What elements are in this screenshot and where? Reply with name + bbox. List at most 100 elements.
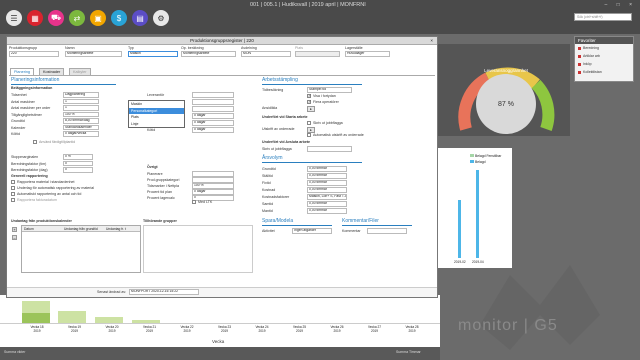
name-field[interactable]: Monteringsarbete xyxy=(65,51,122,57)
field-label: Kostnad xyxy=(262,188,276,192)
footer-value: MONFPORT 2020-12-16 15:22 xyxy=(129,289,199,295)
calculator-icon[interactable]: ▤ xyxy=(132,10,148,26)
add-row-icon[interactable]: + xyxy=(12,227,17,232)
field-value[interactable]: Dagplanering xyxy=(63,92,99,98)
field-value[interactable] xyxy=(192,92,234,98)
checkbox-label: Med LTK xyxy=(198,200,213,204)
favorite-dot-icon xyxy=(578,62,581,66)
column-header: Undantag fr. t xyxy=(106,227,126,231)
truck-icon[interactable]: ⇄ xyxy=(69,10,85,26)
bar-chart-panel: Belagd Fenstilbar Belagd 2019-02 2019-04 xyxy=(430,148,512,268)
field-label: Tidsmarker i Nettpla xyxy=(147,184,180,188)
checkbox[interactable] xyxy=(307,133,311,137)
field-label: Grundtid xyxy=(11,119,25,123)
close-icon[interactable]: × xyxy=(430,37,433,45)
field-value[interactable]: 1 xyxy=(63,98,99,104)
checkbox[interactable] xyxy=(307,121,311,125)
field-value[interactable]: 0 dagar xyxy=(192,113,234,119)
field-value[interactable]: 0 xyxy=(63,167,93,173)
favorites-panel: Favoriter Beredning Artiklar arb Inköp K… xyxy=(574,36,634,82)
field-label: Kalender xyxy=(11,125,26,130)
menu-icon[interactable]: ☰ xyxy=(6,10,22,26)
money-icon[interactable]: $ xyxy=(111,10,127,26)
field-value[interactable]: 0,00 timmar xyxy=(307,187,347,193)
checkbox-label: Automatisk utskrift av orderrade xyxy=(313,133,364,137)
field-value[interactable]: 100 % xyxy=(63,111,99,117)
label-resp: Op. beräkning xyxy=(181,46,204,50)
field-value[interactable] xyxy=(192,177,234,183)
field-value[interactable]: 0 % xyxy=(63,154,93,160)
tab-kalkyler[interactable]: Kalkyler xyxy=(69,68,91,75)
type-select[interactable]: Maskin xyxy=(128,51,178,57)
field-label: Antal maskiner per order xyxy=(11,106,51,110)
resp-field[interactable]: Monteringsarbete xyxy=(181,51,236,57)
label-group: Produktionsgrupp xyxy=(9,46,38,50)
search-input[interactable]: Sök (ctrl+shift+f) xyxy=(574,13,632,21)
favorite-item[interactable]: Inköp xyxy=(575,60,633,68)
subsection-other: Övrigt xyxy=(147,165,158,169)
checkbox[interactable] xyxy=(11,192,15,196)
favorite-item[interactable]: Kollektlistan xyxy=(575,68,633,76)
comment-field[interactable] xyxy=(367,228,407,234)
field-value[interactable]: Standardkalender xyxy=(63,124,99,130)
checkbox[interactable] xyxy=(11,180,15,184)
field-label: Tidsenhet xyxy=(11,93,27,97)
group-field[interactable]: 220 xyxy=(9,51,59,57)
subsection-end: Underfört vid Avsluta arbete xyxy=(262,140,311,144)
tab-kostnader[interactable]: Kostnader xyxy=(39,68,65,75)
end-select[interactable] xyxy=(307,146,352,152)
field-value[interactable]: 1 xyxy=(63,105,99,111)
checkbox-label: Skriv ut jobbflagga xyxy=(313,121,343,125)
field-label: Procent tid plan xyxy=(147,190,172,194)
divider xyxy=(11,84,116,85)
dropdown-option[interactable]: Linje xyxy=(129,121,184,128)
field-value[interactable]: 0,00 timmar xyxy=(307,208,347,214)
field-value[interactable] xyxy=(192,106,234,112)
stamp-select[interactable]: Stämpel tid xyxy=(307,87,352,93)
field-value[interactable] xyxy=(192,99,234,105)
field-label: Tillgänglighetstimer xyxy=(11,112,42,117)
field-value[interactable]: 0 dagar/vecka xyxy=(63,131,99,137)
activity-select[interactable]: Ingen åtgärder xyxy=(292,228,332,234)
warehouse-field[interactable]: Huvudlager xyxy=(345,51,390,57)
field-value[interactable]: 100 % xyxy=(192,183,234,189)
label-name: Namn xyxy=(65,46,75,50)
field-value[interactable] xyxy=(192,171,234,177)
favorite-item[interactable]: Beredning xyxy=(575,44,633,52)
checkbox[interactable] xyxy=(33,140,37,144)
checkbox[interactable] xyxy=(192,200,196,204)
field-value[interactable]: 0 xyxy=(63,160,93,166)
remove-row-icon[interactable]: – xyxy=(12,235,17,240)
table-header: Datum Undantag från grundtid Undantag fr… xyxy=(22,226,140,232)
field-value[interactable]: 0,00 timmar xyxy=(307,166,347,172)
type-dropdown[interactable]: Maskin Personalkategori Plats Linje xyxy=(128,100,185,128)
field-value[interactable]: 0 dagar xyxy=(192,189,234,195)
field-value[interactable]: 0,00 timmar xyxy=(307,180,347,186)
window-controls[interactable]: – □ × xyxy=(605,2,637,8)
field-value[interactable]: 0,00 timmar xyxy=(307,201,347,207)
checkbox-label: Rapportera material i standardenhet xyxy=(17,180,75,184)
label-warehouse: Lagerställe xyxy=(345,46,363,50)
samsid-button[interactable]: ▸ xyxy=(307,106,315,112)
field-value[interactable]: 8,00 timmar/dag xyxy=(63,118,99,124)
box-icon[interactable]: ▣ xyxy=(90,10,106,26)
cart-icon[interactable]: ⛟ xyxy=(48,10,64,26)
favorite-item[interactable]: Artiklar arb xyxy=(575,52,633,60)
field-value[interactable]: Maskin, Lön+ S, Fast T-G xyxy=(307,194,347,200)
tab-planering[interactable]: Planering xyxy=(10,68,35,75)
x-tick-label: Vecka 25 2019 xyxy=(292,325,307,333)
bar xyxy=(22,313,50,323)
checkbox[interactable] xyxy=(307,99,311,104)
field-value[interactable]: 0 dagar xyxy=(192,127,234,133)
dept-field[interactable]: MON xyxy=(241,51,291,57)
field-value[interactable]: 0,00 timmar xyxy=(307,173,347,179)
field-value[interactable]: 0 dagar xyxy=(192,120,234,126)
field-label: Planerare xyxy=(147,172,163,176)
field-label: Beredningsfaktor (dag) xyxy=(11,168,48,172)
factory-icon[interactable]: ▦ xyxy=(27,10,43,26)
checkbox[interactable] xyxy=(11,198,15,202)
gear-icon[interactable]: ⚙ xyxy=(153,10,169,26)
checkbox[interactable] xyxy=(11,186,15,190)
checkbox[interactable] xyxy=(307,93,311,98)
section-planning: Planeringsinformation xyxy=(11,77,60,83)
